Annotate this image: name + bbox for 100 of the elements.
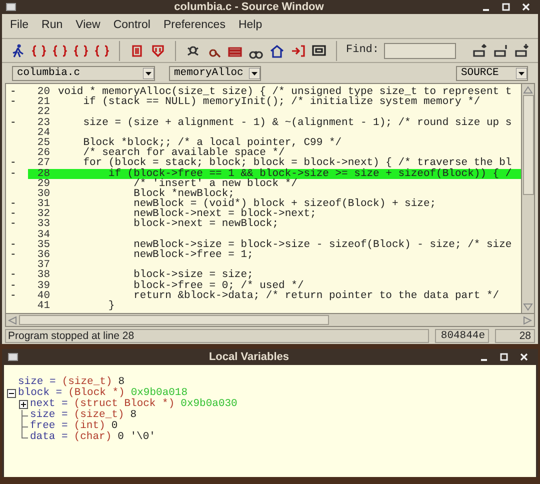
- code-line: newBlock = (void*) block + sizeof(Block) + size;: [132, 199, 438, 210]
- step-brace-icon[interactable]: [31, 42, 47, 58]
- code-line: block->next = newBlock;: [132, 219, 280, 230]
- line-number: 28: [28, 168, 58, 179]
- variable-type: (size_t): [74, 408, 124, 421]
- find-label: Find:: [346, 43, 380, 58]
- breakpoint-marker[interactable]: -: [10, 290, 16, 302]
- line-number: 22: [36, 107, 51, 118]
- exit-arrow-icon[interactable]: [290, 42, 306, 58]
- dropdown-arrow-icon[interactable]: [249, 68, 260, 78]
- dropdown[interactable]: memoryAlloc: [169, 66, 261, 80]
- breakpoint-marker[interactable]: -: [10, 96, 16, 108]
- stack-down-icon[interactable]: [514, 42, 530, 58]
- scroll-thumb[interactable]: [522, 95, 534, 195]
- scroll-thumb[interactable]: [19, 315, 329, 325]
- line-number: 25: [36, 138, 51, 148]
- collapse-icon[interactable]: [7, 389, 16, 398]
- dropdown[interactable]: SOURCE: [456, 66, 528, 80]
- code-line: if (stack == NULL) memoryInit(); /* initialize system memory */: [82, 97, 480, 108]
- dropdown[interactable]: columbia.c: [12, 66, 155, 80]
- status-message: Program stopped at line 28: [5, 328, 429, 342]
- breakpoint-marker[interactable]: -: [10, 269, 16, 282]
- nexti-icon[interactable]: [150, 42, 166, 58]
- monitor-icon[interactable]: [311, 42, 327, 58]
- window-title: Local Variables: [208, 352, 290, 362]
- code-line: void * memoryAlloc(size_t size) { /* unsigned type size_t to represent t: [58, 87, 513, 98]
- variable-value: 8: [130, 408, 137, 423]
- variable-value: 0x9b0a018: [130, 386, 188, 399]
- breakpoint-marker[interactable]: -: [10, 198, 16, 210]
- code-line: /* search for available space */: [82, 148, 285, 158]
- breakpoint-marker[interactable]: -: [10, 238, 16, 251]
- menu-item[interactable]: Run: [42, 17, 63, 35]
- stack-up-icon[interactable]: [472, 42, 488, 58]
- line-number: 23: [36, 118, 51, 128]
- line-number: 35: [36, 240, 51, 250]
- dropdown-arrow-icon[interactable]: [516, 68, 527, 78]
- vertical-scrollbar[interactable]: [521, 84, 534, 313]
- code-line: }: [107, 300, 116, 312]
- expand-icon[interactable]: [19, 400, 28, 409]
- line-number: 32: [36, 209, 51, 220]
- code-line: block->size = size;: [132, 270, 254, 281]
- menu-item[interactable]: Control: [113, 17, 150, 35]
- close-icon[interactable]: [520, 353, 528, 361]
- next-brace-icon[interactable]: [52, 42, 68, 58]
- menu-item[interactable]: File: [10, 17, 29, 35]
- window-title: columbia.c - Source Window: [174, 2, 324, 12]
- line-number: 21: [36, 97, 51, 108]
- line-number: 31: [36, 199, 51, 210]
- line-number: 38: [36, 270, 51, 281]
- variable-name: block =: [18, 386, 62, 399]
- line-number: 36: [36, 250, 51, 260]
- line-number: 39: [36, 280, 51, 291]
- stack-top-icon[interactable]: [493, 42, 509, 58]
- stepi-icon[interactable]: [129, 42, 145, 58]
- variable-name: size =: [18, 374, 56, 388]
- line-number: 27: [36, 158, 51, 168]
- code-line: newBlock->free = 1;: [132, 250, 254, 260]
- menu-item[interactable]: Preferences: [163, 17, 226, 35]
- line-number: 30: [36, 188, 51, 200]
- maximize-icon[interactable]: [502, 3, 510, 11]
- continue-brace-icon[interactable]: [94, 42, 110, 58]
- variable-type: (size_t): [62, 374, 112, 388]
- line-number: 37: [36, 260, 51, 270]
- finish-brace-icon[interactable]: [73, 42, 89, 58]
- code-line: newBlock->next = block->next;: [132, 209, 316, 220]
- menu-item[interactable]: View: [76, 17, 100, 35]
- code-line: for (block = stack; block; block = block->next) { /* traverse the bl: [82, 158, 513, 168]
- variable-type: (char): [74, 430, 112, 445]
- breakpoint-marker[interactable]: -: [10, 168, 16, 180]
- breakpoint-marker[interactable]: -: [10, 218, 16, 230]
- find-field[interactable]: [384, 42, 456, 58]
- status-address: 804844e: [435, 328, 489, 342]
- breakpoint-marker[interactable]: -: [10, 280, 16, 292]
- line-number: 33: [36, 219, 51, 230]
- variable-value: 0: [111, 420, 118, 434]
- line-number: 40: [36, 290, 51, 301]
- breakpoint-marker[interactable]: -: [10, 86, 16, 98]
- breakpoint-marker[interactable]: -: [10, 249, 16, 261]
- code-line: block->free = 0; /* used */: [132, 280, 304, 291]
- maximize-icon[interactable]: [500, 353, 508, 361]
- code-line: Block *newBlock;: [132, 188, 234, 200]
- dropdown-arrow-icon[interactable]: [143, 68, 154, 78]
- code-line: size = (size + alignment - 1) & ~(alignment - 1); /* round size up s: [82, 118, 513, 128]
- variable-name: free =: [30, 418, 68, 432]
- code-line: Block *block;; /* a local pointer, C99 */: [82, 138, 343, 148]
- variable-value: 8: [118, 374, 125, 388]
- line-number: 41: [36, 300, 51, 312]
- menu-item[interactable]: Help: [238, 17, 262, 35]
- variable-name: next =: [30, 396, 68, 410]
- variable-type: (struct Block *): [74, 398, 175, 410]
- variable-value: 0 '\0': [118, 430, 156, 445]
- running-man-icon[interactable]: [10, 42, 26, 58]
- code-line: newBlock->size = block->size - sizeof(Block) - size; /* size: [132, 240, 513, 250]
- house-icon[interactable]: [269, 42, 285, 58]
- breakpoint-marker[interactable]: -: [10, 157, 16, 170]
- breakpoint-marker[interactable]: -: [10, 116, 16, 129]
- close-icon[interactable]: [522, 3, 530, 11]
- horizontal-scrollbar[interactable]: [5, 314, 535, 327]
- variable-type: (Block *): [68, 386, 125, 399]
- breakpoint-marker[interactable]: -: [10, 208, 16, 220]
